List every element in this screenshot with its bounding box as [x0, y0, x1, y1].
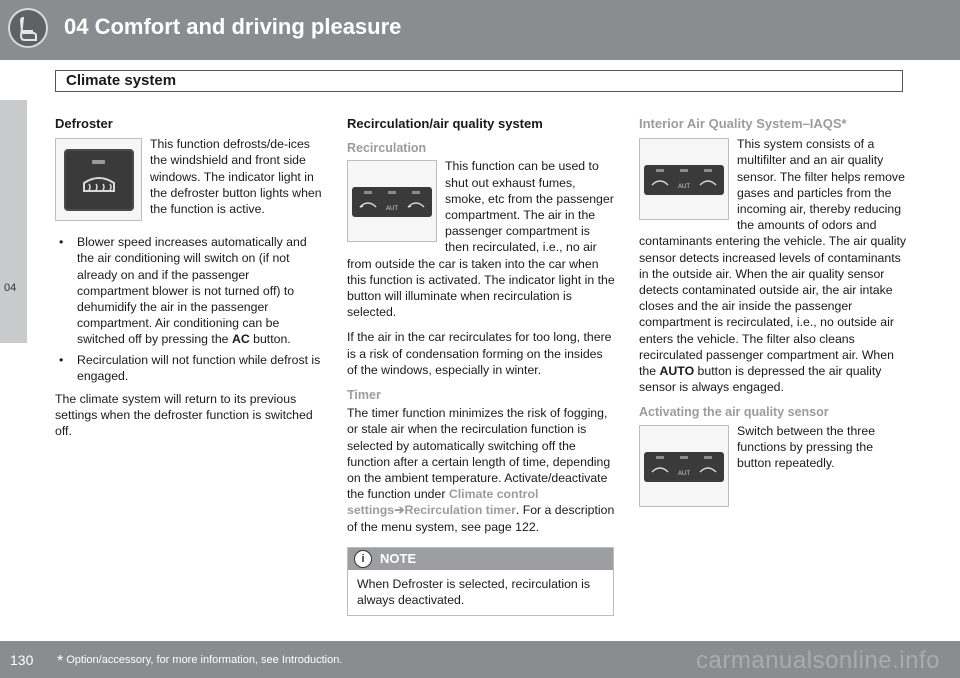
footnote-star: *: [57, 653, 64, 670]
iaqs-heading: Interior Air Quality System–IAQS*: [639, 116, 847, 131]
activate-sensor-subheading: Activating the air quality sensor: [639, 405, 829, 420]
auto-button-label: AUTO: [659, 364, 695, 379]
bullet-text: Blower speed increases automatically and…: [77, 235, 307, 347]
sensor-button-illustration: AUT: [639, 424, 729, 507]
bullet-text-end: button.: [249, 332, 291, 347]
aut-label: AUT: [678, 184, 690, 190]
air-quality-button-icon: AUT: [644, 451, 724, 482]
list-item: Recirculation will not function while de…: [55, 352, 323, 384]
aut-label: AUT: [386, 206, 398, 212]
page-footer: 130 * Option/accessory, for more informat…: [0, 641, 960, 678]
chapter-title: 04 Comfort and driving pleasure: [64, 14, 402, 39]
recirculation-timer-link[interactable]: Recirculation timer: [404, 503, 515, 517]
defroster-button-illustration: [55, 138, 142, 222]
ac-button-label: AC: [231, 332, 250, 347]
note-text: When Defroster is selected, recirculatio…: [357, 576, 591, 608]
aut-label: AUT: [678, 471, 690, 477]
section-header: Climate system: [55, 70, 903, 92]
iaqs-button-illustration: AUT: [639, 138, 729, 221]
timer-subheading: Timer: [347, 388, 381, 403]
arrow-right-icon: ➔: [394, 503, 405, 518]
info-icon: i: [354, 549, 372, 568]
recirculation-subheading: Recirculation: [347, 141, 427, 156]
recirculation-button-icon: AUT: [352, 187, 432, 218]
defroster-bullets: Blower speed increases automatically and…: [55, 234, 323, 384]
list-item: Blower speed increases automatically and…: [55, 234, 323, 347]
recirculation-button-illustration: AUT: [347, 160, 437, 243]
chapter-header: 04 Comfort and driving pleasure: [0, 0, 960, 60]
column-recirculation: Recirculation/air quality system Recircu…: [347, 116, 615, 617]
note-header: i NOTE: [348, 547, 613, 570]
side-tab-label: 04: [4, 282, 17, 294]
section-title: Climate system: [66, 72, 177, 89]
recirculation-heading: Recirculation/air quality system: [347, 116, 543, 131]
watermark: carmanualsonline.info: [696, 647, 940, 674]
defroster-button-icon: [64, 149, 134, 212]
defroster-closing: The climate system will return to its pr…: [55, 392, 313, 439]
air-quality-button-icon: AUT: [644, 165, 724, 196]
chapter-side-tab: 04: [0, 100, 27, 343]
seat-icon: [8, 8, 48, 48]
footnote: * Option/accessory, for more information,…: [57, 653, 342, 671]
note-label: NOTE: [380, 550, 417, 566]
recirculation-paragraph-2: If the air in the car recirculates for t…: [347, 330, 612, 377]
footnote-text: Option/accessory, for more information, …: [66, 654, 343, 666]
page-number: 130: [10, 652, 34, 668]
timer-paragraph: The timer function minimizes the risk of…: [347, 405, 615, 535]
column-iaqs: Interior Air Quality System–IAQS* AUT Th…: [639, 116, 907, 511]
column-defroster: Defroster This function defrosts/de-ices…: [55, 116, 323, 449]
note-box: i NOTE When Defroster is selected, recir…: [347, 546, 614, 617]
defroster-heading: Defroster: [55, 116, 113, 131]
